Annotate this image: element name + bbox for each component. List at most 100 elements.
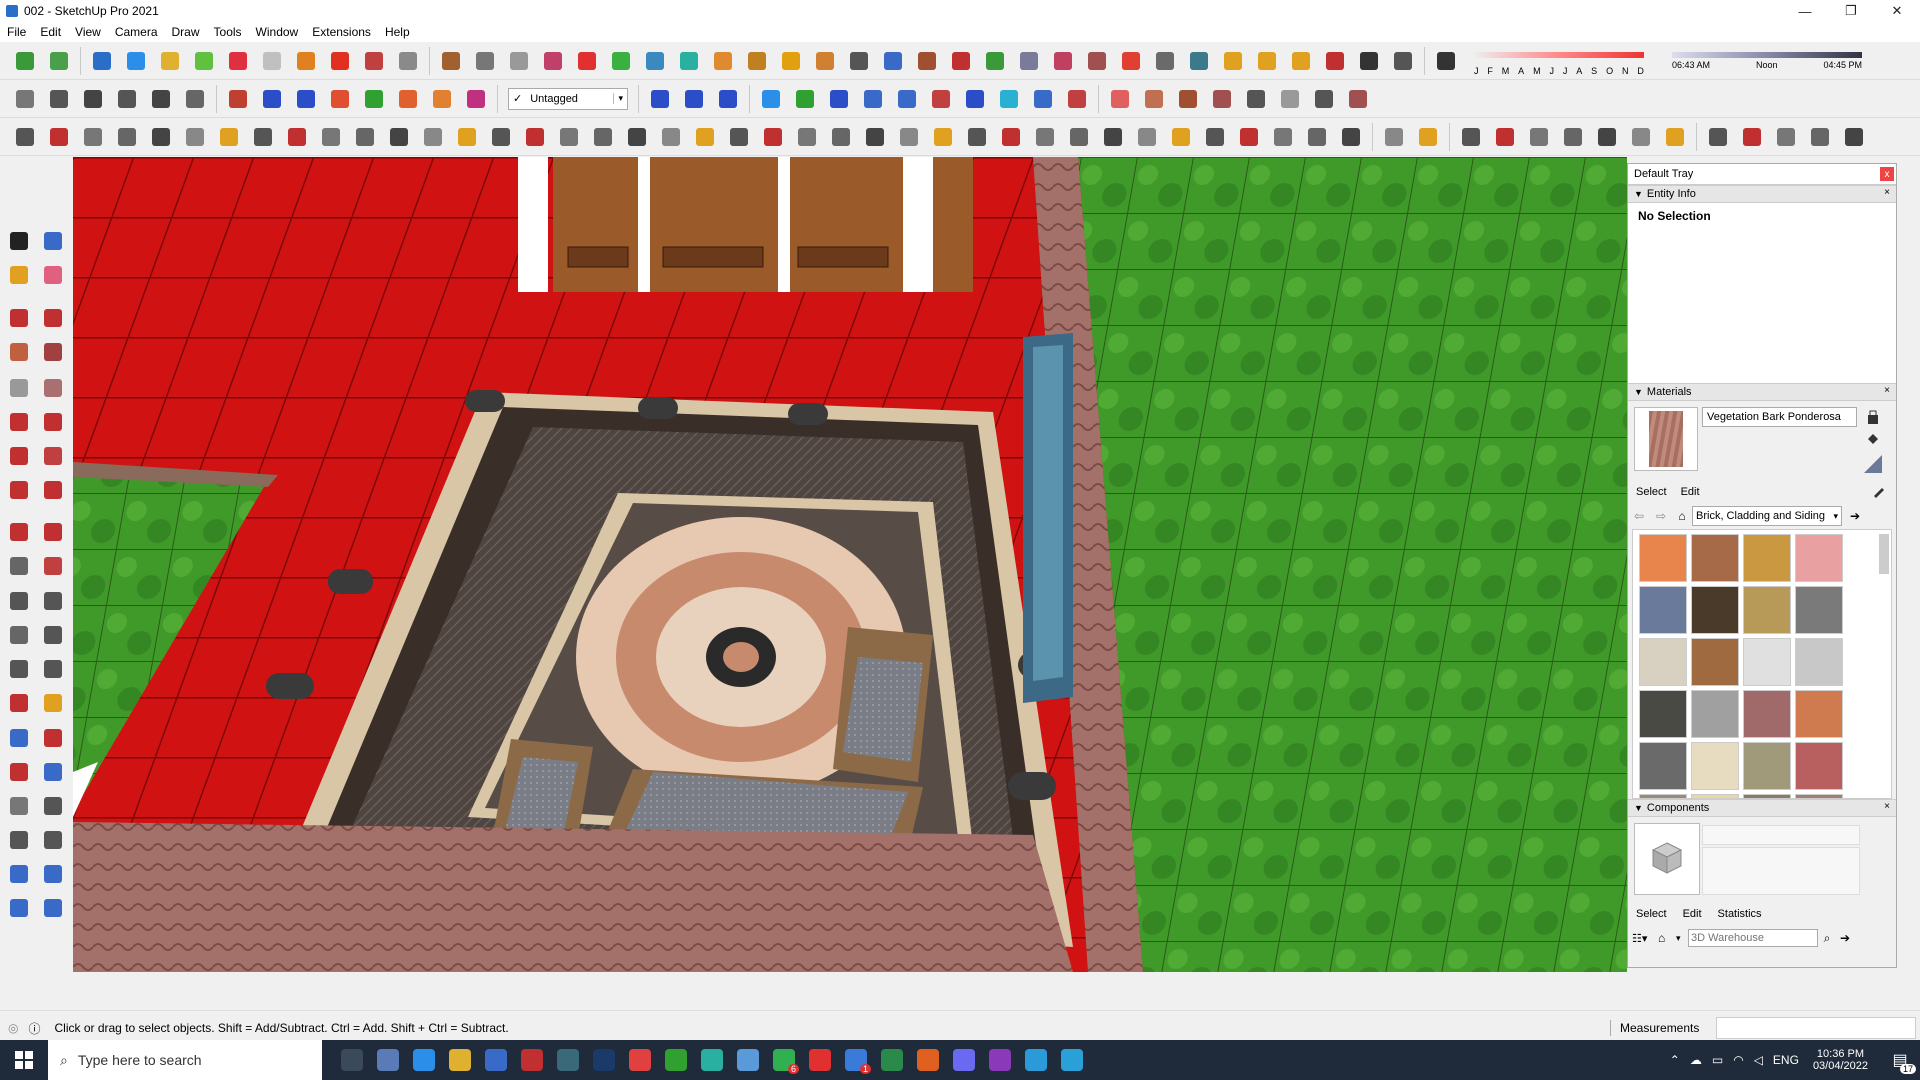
zoom-window-tool-button[interactable] <box>40 725 66 751</box>
battery-icon[interactable]: ▭ <box>1712 1053 1723 1067</box>
shaded-textures-button[interactable] <box>826 86 852 112</box>
draw-extension-45-button[interactable] <box>1526 124 1552 150</box>
draw-extension-28-button[interactable] <box>930 124 956 150</box>
component-preview[interactable] <box>1634 823 1700 895</box>
draw-extension-17-button[interactable] <box>556 124 582 150</box>
extension-h-button[interactable] <box>1141 86 1167 112</box>
file-explorer-icon[interactable] <box>442 1040 478 1080</box>
minimize-button[interactable]: — <box>1782 0 1828 22</box>
material-swatch[interactable] <box>1639 690 1687 738</box>
rotated-rect-tool-button[interactable] <box>40 339 66 365</box>
walk-tool-button[interactable] <box>6 827 32 853</box>
material-swatch[interactable] <box>1743 586 1791 634</box>
warehouse-search-input[interactable] <box>1688 929 1818 947</box>
component-description-field[interactable] <box>1702 847 1860 895</box>
arc-tool-button[interactable] <box>6 409 32 435</box>
extension-m-button[interactable] <box>1311 86 1337 112</box>
axes-tool-button[interactable] <box>6 656 32 682</box>
draw-extension-20-button[interactable] <box>658 124 684 150</box>
layout-app-icon[interactable] <box>694 1040 730 1080</box>
component-tool-button[interactable] <box>40 228 66 254</box>
extension-21-button[interactable] <box>1118 48 1144 74</box>
previous-view-tool-button[interactable] <box>40 759 66 785</box>
xray-button[interactable] <box>647 86 673 112</box>
d-app-icon[interactable] <box>982 1040 1018 1080</box>
extension-14-button[interactable] <box>880 48 906 74</box>
excel-icon[interactable] <box>874 1040 910 1080</box>
extension-10-button[interactable] <box>744 48 770 74</box>
extension-3-button[interactable] <box>506 48 532 74</box>
draw-extension-3-button[interactable] <box>80 124 106 150</box>
draw-extension-26-button[interactable] <box>862 124 888 150</box>
close-button[interactable]: ✕ <box>1874 0 1920 22</box>
move-e-button[interactable] <box>395 86 421 112</box>
extension-12-button[interactable] <box>812 48 838 74</box>
panel-close-icon[interactable]: × <box>1884 801 1890 812</box>
material-swatch[interactable] <box>1639 534 1687 582</box>
extension-22-button[interactable] <box>1152 48 1178 74</box>
text-tool-button[interactable] <box>40 622 66 648</box>
extension-6-button[interactable] <box>608 48 634 74</box>
sandbox-2-tool-button[interactable] <box>40 861 66 887</box>
extension-27-button[interactable] <box>1322 48 1348 74</box>
extension-16-button[interactable] <box>948 48 974 74</box>
draw-extension-37-button[interactable] <box>1236 124 1262 150</box>
position-camera-tool-button[interactable] <box>6 793 32 819</box>
draw-extension-14-button[interactable] <box>454 124 480 150</box>
forward-arrow-icon[interactable]: ⇨ <box>1650 509 1672 523</box>
back-arrow-icon[interactable]: ⇦ <box>1628 509 1650 523</box>
cloud-icon[interactable]: ☁ <box>1690 1053 1702 1067</box>
draw-extension-23-button[interactable] <box>760 124 786 150</box>
draw-extension-44-button[interactable] <box>1492 124 1518 150</box>
wifi-icon[interactable]: ◠ <box>1733 1053 1743 1067</box>
details-arrow-icon[interactable]: ➔ <box>1850 509 1860 523</box>
dimension-tool-button[interactable] <box>40 588 66 614</box>
extension-28-button[interactable] <box>1356 48 1382 74</box>
cad-app-icon[interactable] <box>550 1040 586 1080</box>
discord-icon[interactable] <box>946 1040 982 1080</box>
draw-extension-25-button[interactable] <box>828 124 854 150</box>
sample-paint-icon[interactable] <box>1872 484 1886 501</box>
section-tool-button[interactable] <box>40 827 66 853</box>
draw-extension-47-button[interactable] <box>1594 124 1620 150</box>
paint-tool-button[interactable] <box>6 262 32 288</box>
house-button[interactable] <box>114 86 140 112</box>
tab-materials-edit[interactable]: Edit <box>1675 486 1706 498</box>
draw-extension-32-button[interactable] <box>1066 124 1092 150</box>
layout-button[interactable] <box>395 48 421 74</box>
menu-draw[interactable]: Draw <box>165 25 207 39</box>
back-edges-button[interactable] <box>681 86 707 112</box>
section-plane-button[interactable] <box>327 48 353 74</box>
draw-extension-40-button[interactable] <box>1338 124 1364 150</box>
extension-26-button[interactable] <box>1288 48 1314 74</box>
components-header[interactable]: ▼ Components × <box>1628 799 1896 817</box>
draw-extension-18-button[interactable] <box>590 124 616 150</box>
select-tool-button[interactable] <box>6 228 32 254</box>
draw-extension-13-button[interactable] <box>420 124 446 150</box>
material-swatch[interactable] <box>1639 742 1687 790</box>
volume-icon[interactable]: ◁ <box>1754 1053 1763 1067</box>
whatsapp-icon[interactable]: 6 <box>766 1040 802 1080</box>
draw-extension-42-button[interactable] <box>1415 124 1441 150</box>
draw-extension-22-button[interactable] <box>726 124 752 150</box>
draw-extension-11-button[interactable] <box>352 124 378 150</box>
g-app-icon[interactable] <box>910 1040 946 1080</box>
paint-bucket-icon[interactable] <box>1865 431 1881 447</box>
tasks-app-icon[interactable]: 1 <box>838 1040 874 1080</box>
monochrome-button[interactable] <box>860 86 886 112</box>
extension-24-button[interactable] <box>1220 48 1246 74</box>
material-swatch[interactable] <box>1795 534 1843 582</box>
tray-close-button[interactable]: x <box>1880 167 1894 181</box>
draw-extension-31-button[interactable] <box>1032 124 1058 150</box>
taskbar-search-box[interactable]: ⌕ Type here to search <box>48 1040 322 1080</box>
move-up-button[interactable] <box>259 86 285 112</box>
extension-9-button[interactable] <box>710 48 736 74</box>
extension-4-button[interactable] <box>540 48 566 74</box>
material-preview-swatch[interactable] <box>1634 407 1698 471</box>
material-swatch[interactable] <box>1795 586 1843 634</box>
front-view-button[interactable] <box>157 48 183 74</box>
material-library-select[interactable]: Brick, Cladding and Siding ▾ <box>1692 506 1842 526</box>
extension-i-button[interactable] <box>1175 86 1201 112</box>
edge-browser-icon[interactable] <box>406 1040 442 1080</box>
extension-17-button[interactable] <box>982 48 1008 74</box>
